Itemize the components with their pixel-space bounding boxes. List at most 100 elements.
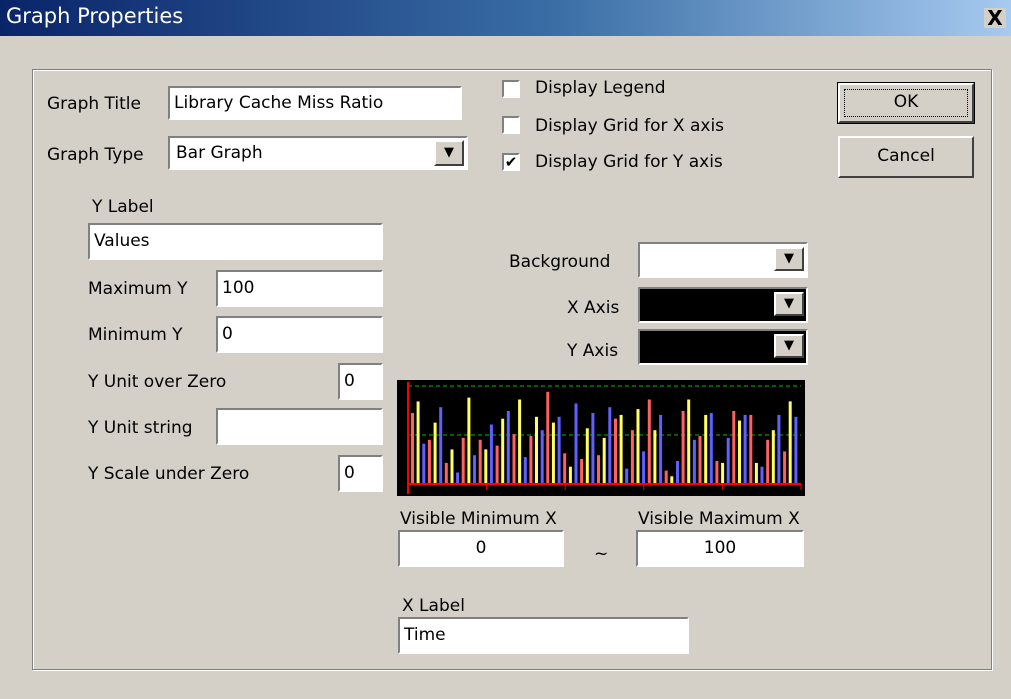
preview-bar bbox=[489, 424, 493, 484]
y-label-label: Y Label bbox=[92, 197, 154, 217]
preview-bar bbox=[467, 397, 471, 484]
preview-bar bbox=[659, 414, 663, 484]
y-axis-color-label: Y Axis bbox=[567, 341, 619, 361]
x-label-input[interactable]: Time bbox=[398, 617, 689, 654]
preview-bar bbox=[523, 457, 527, 484]
minimum-y-label: Minimum Y bbox=[88, 325, 183, 345]
preview-bar bbox=[602, 437, 606, 484]
preview-bar bbox=[422, 443, 426, 484]
title-bar: Graph Properties X bbox=[0, 0, 1011, 36]
preview-bar bbox=[647, 399, 651, 484]
y-unit-string-input[interactable] bbox=[216, 408, 383, 445]
visible-maximum-x-label: Visible Maximum X bbox=[638, 509, 800, 529]
preview-bar bbox=[614, 418, 617, 484]
display-grid-x-label: Display Grid for X axis bbox=[535, 116, 725, 136]
preview-bar bbox=[535, 416, 538, 484]
preview-bar bbox=[715, 461, 719, 484]
x-axis-color-label: X Axis bbox=[567, 298, 620, 318]
preview-bar bbox=[540, 430, 544, 484]
preview-bar bbox=[636, 409, 640, 484]
preview-bar bbox=[676, 461, 679, 484]
display-legend-checkbox[interactable] bbox=[502, 80, 520, 98]
visible-maximum-x-input[interactable]: 100 bbox=[636, 530, 804, 567]
preview-bar bbox=[411, 413, 414, 484]
preview-bar bbox=[709, 413, 713, 484]
graph-type-label: Graph Type bbox=[47, 145, 144, 165]
preview-bar bbox=[670, 476, 674, 484]
preview-bar bbox=[788, 401, 792, 484]
visible-minimum-x-label: Visible Minimum X bbox=[400, 509, 557, 529]
window-title: Graph Properties bbox=[6, 4, 184, 28]
x-axis-color-select[interactable]: ▼ bbox=[638, 287, 808, 323]
preview-bar bbox=[743, 414, 747, 484]
y-unit-over-zero-input[interactable]: 0 bbox=[338, 363, 383, 400]
cancel-button[interactable]: Cancel bbox=[838, 136, 974, 178]
ok-button[interactable]: OK bbox=[837, 82, 975, 124]
chevron-down-icon[interactable]: ▼ bbox=[774, 334, 804, 358]
preview-bar bbox=[692, 439, 696, 484]
preview-bar bbox=[698, 436, 702, 484]
preview-bar bbox=[551, 422, 555, 484]
background-color-label: Background bbox=[509, 252, 611, 272]
preview-bar bbox=[630, 430, 634, 484]
minimum-y-input[interactable]: 0 bbox=[216, 316, 383, 353]
preview-bar bbox=[501, 418, 505, 484]
preview-bar bbox=[681, 411, 685, 484]
graph-title-input[interactable]: Library Cache Miss Ratio bbox=[168, 86, 462, 120]
preview-bar bbox=[585, 428, 589, 484]
background-color-select[interactable]: ▼ bbox=[638, 242, 808, 278]
preview-bar bbox=[721, 462, 725, 484]
close-button[interactable]: X bbox=[984, 8, 1006, 28]
preview-bar bbox=[777, 414, 781, 484]
preview-bar bbox=[574, 403, 578, 484]
preview-bar bbox=[642, 451, 646, 484]
preview-bar bbox=[749, 414, 753, 484]
y-axis-color-select[interactable]: ▼ bbox=[638, 329, 808, 365]
preview-bar bbox=[473, 455, 476, 484]
preview-bar bbox=[416, 401, 420, 484]
preview-bar bbox=[433, 422, 437, 484]
preview-bar bbox=[794, 416, 798, 484]
graph-type-select[interactable]: Bar Graph ▼ bbox=[168, 136, 468, 170]
preview-bar bbox=[597, 455, 600, 484]
preview-bar bbox=[427, 439, 431, 484]
maximum-y-label: Maximum Y bbox=[88, 279, 188, 299]
preview-bar bbox=[478, 439, 482, 484]
y-unit-over-zero-label: Y Unit over Zero bbox=[88, 372, 227, 392]
preview-bar bbox=[726, 437, 730, 484]
y-unit-string-label: Y Unit string bbox=[88, 418, 193, 438]
preview-bar bbox=[450, 449, 454, 484]
y-scale-under-zero-input[interactable]: 0 bbox=[338, 455, 383, 492]
preview-bar bbox=[546, 391, 550, 484]
preview-bar bbox=[619, 414, 623, 484]
preview-bar bbox=[591, 413, 595, 484]
chevron-down-icon[interactable]: ▼ bbox=[434, 140, 464, 166]
maximum-y-input[interactable]: 100 bbox=[216, 270, 383, 307]
preview-bar bbox=[625, 468, 629, 484]
preview-bar bbox=[766, 439, 770, 484]
preview-bar bbox=[760, 466, 764, 484]
y-scale-under-zero-label: Y Scale under Zero bbox=[88, 464, 250, 484]
chevron-down-icon[interactable]: ▼ bbox=[774, 292, 804, 316]
range-separator: ~ bbox=[594, 544, 609, 564]
preview-bar bbox=[608, 407, 612, 484]
preview-bar bbox=[754, 462, 758, 484]
graph-preview bbox=[397, 380, 805, 496]
preview-bar bbox=[484, 449, 488, 484]
chevron-down-icon[interactable]: ▼ bbox=[774, 247, 804, 271]
preview-bar bbox=[495, 445, 499, 484]
preview-bar bbox=[557, 416, 561, 484]
display-grid-x-checkbox[interactable] bbox=[502, 116, 520, 134]
preview-bar bbox=[653, 430, 657, 484]
preview-bar bbox=[439, 407, 443, 484]
display-grid-y-label: Display Grid for Y axis bbox=[535, 152, 723, 172]
preview-bar bbox=[444, 462, 448, 484]
y-label-input[interactable]: Values bbox=[88, 223, 383, 260]
preview-bar bbox=[456, 472, 460, 484]
graph-title-label: Graph Title bbox=[47, 94, 141, 114]
visible-minimum-x-input[interactable]: 0 bbox=[398, 530, 564, 567]
preview-bar bbox=[732, 411, 736, 484]
preview-bar bbox=[563, 453, 567, 484]
preview-bar bbox=[506, 411, 510, 484]
display-grid-y-checkbox[interactable]: ✔ bbox=[502, 153, 520, 171]
